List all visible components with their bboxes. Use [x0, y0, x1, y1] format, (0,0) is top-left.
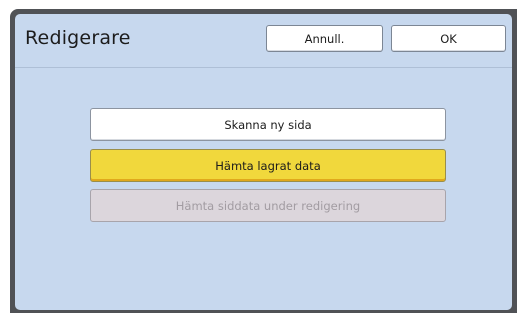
device-screen-frame: Redigerare Annull. OK Skanna ny sida Häm… — [10, 9, 517, 313]
ok-button[interactable]: OK — [391, 25, 506, 52]
load-page-data-under-editing-button: Hämta siddata under redigering — [90, 189, 446, 222]
dialog-header: Redigerare Annull. OK — [15, 14, 512, 68]
editor-dialog: Redigerare Annull. OK Skanna ny sida Häm… — [15, 14, 512, 310]
load-stored-data-button[interactable]: Hämta lagrat data — [90, 149, 446, 182]
cancel-button[interactable]: Annull. — [266, 25, 383, 52]
scan-new-page-button[interactable]: Skanna ny sida — [90, 108, 446, 141]
dialog-title: Redigerare — [25, 27, 131, 49]
